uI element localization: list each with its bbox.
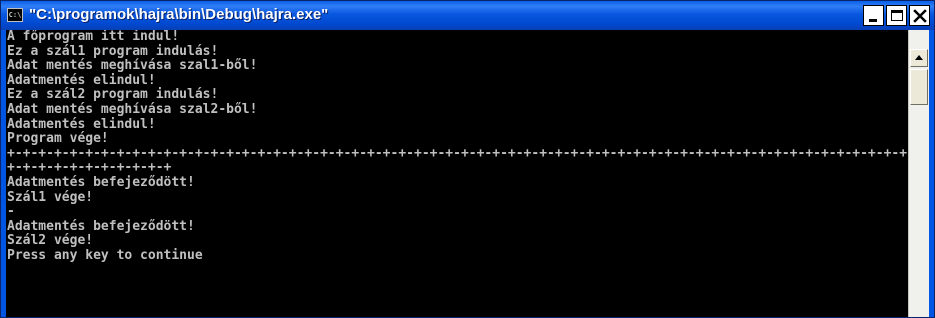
scroll-thumb[interactable] [910, 69, 928, 105]
console-output[interactable]: A főprogram itt indul! Ez a szál1 program… [6, 30, 908, 317]
console-line: +-+-+-+-+-+-+-+-+-+-+ [7, 160, 172, 176]
window-frame-right [929, 30, 934, 317]
close-icon [913, 9, 927, 23]
console-line: Adat mentés meghívása szal2-ből! [7, 101, 258, 117]
console-line: Press any key to continue [7, 247, 203, 263]
console-line: Program vége! [7, 131, 109, 147]
console-window: C:\ "C:\programok\hajra\bin\Debug\hajra.… [0, 0, 935, 318]
console-line: Adatmentés befejeződött! [7, 218, 195, 234]
title-bar[interactable]: C:\ "C:\programok\hajra\bin\Debug\hajra.… [1, 1, 934, 30]
console-line: Ez a szál1 program indulás! [7, 43, 219, 59]
window-title: "C:\programok\hajra\bin\Debug\hajra.exe" [29, 6, 329, 23]
minimize-button[interactable] [863, 5, 884, 26]
console-line: Szál2 vége! [7, 233, 94, 249]
console-app-icon[interactable]: C:\ [7, 8, 23, 22]
maximize-button[interactable] [886, 5, 907, 26]
console-line: Adatmentés elindul! [7, 72, 156, 88]
console-line: Szál1 vége! [7, 189, 94, 205]
maximize-icon [891, 10, 903, 21]
console-line: Adat mentés meghívása szal1-ből! [7, 58, 258, 74]
arrow-up-icon [915, 55, 923, 60]
console-line: +-+-+-+-+-+-+-+-+-+-+-+-+-+-+-+-+-+-+-+-… [7, 145, 908, 161]
vertical-scrollbar[interactable] [908, 30, 929, 317]
console-line: Adatmentés befejeződött! [7, 174, 195, 190]
console-line: Ez a szál2 program indulás! [7, 87, 219, 103]
scroll-up-button[interactable] [910, 49, 928, 67]
console-line: Adatmentés elindul! [7, 116, 156, 132]
minimize-icon [869, 19, 877, 22]
console-line: - [7, 204, 15, 220]
close-button[interactable] [909, 5, 930, 26]
console-line: A főprogram itt indul! [7, 30, 180, 44]
